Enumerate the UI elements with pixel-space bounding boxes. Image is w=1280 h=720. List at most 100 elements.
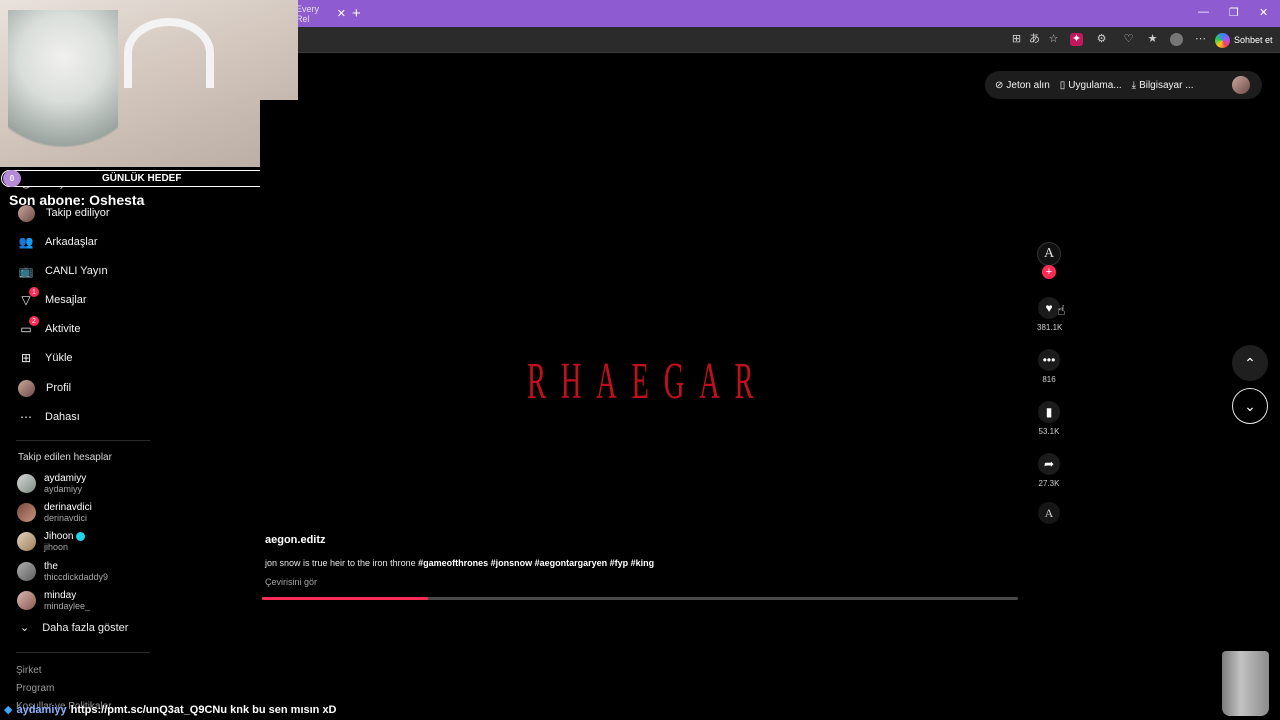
bookmark-icon: ▮ <box>1038 401 1060 423</box>
following-account[interactable]: minday mindaylee_ <box>17 590 90 611</box>
sidebar-item-live[interactable]: 📺 CANLI Yayın <box>18 261 108 281</box>
video-author[interactable]: aegon.editz <box>265 534 326 546</box>
restore-icon[interactable]: ❐ <box>1229 6 1239 19</box>
message-icon: ▽ 1 <box>18 287 39 308</box>
chevron-down-icon: ⌄ <box>20 622 30 634</box>
avatar <box>17 591 36 610</box>
account-name: the <box>44 561 58 572</box>
browser-tab[interactable]: Every Rel ✕ <box>296 0 346 27</box>
share-icon: ➦ <box>1038 453 1060 475</box>
extension-icon[interactable]: ✦ <box>1070 33 1083 46</box>
account-handle: aydamiyy <box>44 484 83 494</box>
profile-icon[interactable] <box>1170 33 1183 46</box>
video-title-letter: E <box>631 352 651 410</box>
sidebar-item-profile[interactable]: Profil <box>18 378 71 398</box>
show-more-label: Daha fazla göster <box>42 621 129 634</box>
following-account[interactable]: Jihoon jihoon <box>17 531 86 552</box>
account-name: derinavdici <box>44 502 92 513</box>
avatar <box>17 532 36 551</box>
next-video-button[interactable]: ⌄ <box>1232 388 1268 424</box>
translate-link[interactable]: Çevirisini gör <box>265 577 317 587</box>
creator-avatar[interactable]: A <box>1037 242 1061 266</box>
divider <box>16 440 150 441</box>
sidebar-item-activity[interactable]: ▭ 2 Aktivite <box>18 316 80 339</box>
app-icon[interactable]: ⊞ <box>1010 33 1023 46</box>
video-title-text: RHAEGAR <box>527 352 755 410</box>
video-title-letter: A <box>596 352 618 410</box>
account-handle: jihoon <box>44 542 69 552</box>
star-icon[interactable]: ☆ <box>1047 33 1060 46</box>
christmas-tree <box>8 10 118 167</box>
comment-count: 816 <box>1042 375 1056 384</box>
sidebar-item-label: CANLI Yayın <box>45 265 108 277</box>
menu-icon[interactable]: ⋯ <box>1194 33 1207 46</box>
following-account[interactable]: the thiccdickdaddy9 <box>17 561 108 582</box>
desktop-button[interactable]: ⤓ Bilgisayar ... <box>1132 80 1194 91</box>
caption-hashtags[interactable]: #gameofthrones #jonsnow #aegontargaryen … <box>418 558 654 568</box>
share-count: 27.3K <box>1038 479 1060 488</box>
footer-link-company[interactable]: Şirket <box>16 665 42 676</box>
save-button[interactable]: ▮ 53.1K <box>1037 401 1061 436</box>
tab-close-icon[interactable]: ✕ <box>337 7 346 20</box>
comment-icon: ••• <box>1038 349 1060 371</box>
save-count: 53.1K <box>1038 427 1060 436</box>
avatar <box>17 503 36 522</box>
app-button[interactable]: ▯ Uygulama... <box>1060 80 1122 91</box>
goal-badge: 0 <box>3 170 21 187</box>
performance-icon[interactable]: ♡ <box>1122 33 1135 46</box>
sohbet-label: Sohbet et <box>1234 35 1273 45</box>
copilot-icon <box>1215 32 1230 48</box>
cursor-icon: ☝ <box>1057 302 1066 318</box>
phone-icon: ▯ <box>1059 79 1066 91</box>
translate-icon[interactable]: あ <box>1028 33 1041 46</box>
follow-plus-icon[interactable]: + <box>1042 265 1056 279</box>
favorites-icon[interactable]: ★ <box>1146 33 1159 46</box>
daily-goal-bar: 0 GÜNLÜK HEDEF 10 <box>1 170 282 187</box>
footer-link-program[interactable]: Program <box>16 683 54 694</box>
share-button[interactable]: ➦ 27.3K <box>1037 453 1061 488</box>
app-label: Uygulama... <box>1068 79 1122 91</box>
account-name-text: Jihoon <box>44 531 74 542</box>
chevron-down-icon: ⌄ <box>1244 397 1256 414</box>
sidebar-item-friends[interactable]: 👥 Arkadaşlar <box>18 232 98 252</box>
comment-button[interactable]: ••• 816 <box>1037 349 1061 384</box>
desktop-label: Bilgisayar ... <box>1139 79 1194 91</box>
verified-icon <box>76 532 86 541</box>
get-coins-button[interactable]: ⊘ Jeton alın <box>995 80 1050 91</box>
sidebar-item-label: Takip ediliyor <box>46 207 110 219</box>
headphones <box>124 18 214 88</box>
chat-text: https://pmt.sc/unQ3at_Q9CNu knk bu sen m… <box>70 703 337 716</box>
new-tab-icon[interactable]: + <box>352 5 361 22</box>
following-account[interactable]: aydamiyy aydamiyy <box>17 473 86 494</box>
live-icon: 📺 <box>18 264 34 278</box>
goal-title: GÜNLÜK HEDEF <box>102 173 182 184</box>
sidebar-item-label: Profil <box>46 382 72 394</box>
coin-icon: ⊘ <box>995 79 1004 91</box>
chat-icon: ◆ <box>4 704 13 716</box>
chevron-up-icon: ⌃ <box>1244 354 1256 371</box>
notification-badge: 1 <box>29 287 39 297</box>
music-disc-icon[interactable]: A <box>1038 502 1060 524</box>
sidebar-item-label: Dahası <box>45 411 80 423</box>
puzzle-icon[interactable]: ⚙ <box>1095 33 1108 46</box>
sidebar-item-messages[interactable]: ▽ 1 Mesajlar <box>18 287 87 310</box>
close-window-icon[interactable]: ✕ <box>1259 6 1268 19</box>
video-title-letter: G <box>663 352 686 410</box>
account-name: aydamiyy <box>44 473 87 484</box>
sidebar-item-more[interactable]: ⋯ Dahası <box>18 407 80 427</box>
minimize-icon[interactable]: — <box>1198 6 1209 18</box>
sidebar-item-label: Arkadaşlar <box>45 236 98 248</box>
sidebar-item-upload[interactable]: ⊞ Yükle <box>18 348 73 368</box>
more-icon: ⋯ <box>20 410 32 424</box>
user-avatar[interactable] <box>1232 76 1250 94</box>
sohbet-button[interactable]: Sohbet et <box>1215 31 1273 49</box>
chat-username: aydamiyy <box>16 703 67 716</box>
video-progress-bar[interactable] <box>262 597 1018 600</box>
account-handle: derinavdici <box>44 513 88 523</box>
show-more-button[interactable]: ⌄ Daha fazla göster <box>20 621 129 635</box>
following-account[interactable]: derinavdici derinavdici <box>17 502 92 523</box>
previous-video-button[interactable]: ⌃ <box>1232 345 1268 381</box>
last-subscriber-text: Son abone: Oshesta <box>9 192 145 208</box>
account-name: Jihoon <box>44 531 86 542</box>
download-icon: ⤓ <box>1131 79 1137 91</box>
